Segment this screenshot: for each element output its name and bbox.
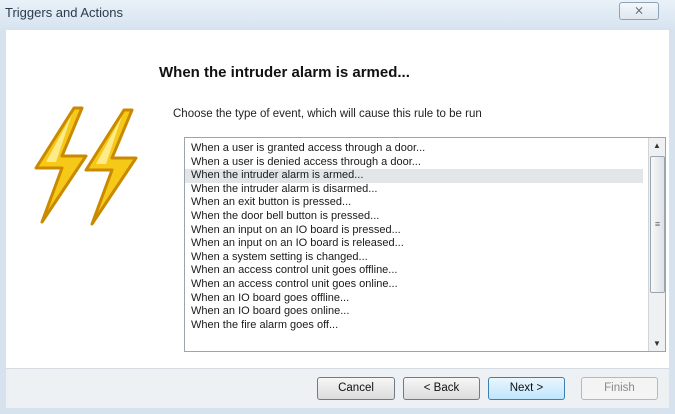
scroll-thumb[interactable]: ≡ — [650, 156, 665, 293]
event-list-items: When a user is granted access through a … — [185, 142, 643, 332]
list-item[interactable]: When the intruder alarm is disarmed... — [185, 183, 643, 197]
chevron-down-icon: ▼ — [653, 339, 661, 348]
lightning-bolts-icon — [34, 106, 138, 226]
scroll-up-button[interactable]: ▲ — [649, 138, 665, 153]
instruction-text: Choose the type of event, which will cau… — [173, 108, 482, 120]
scroll-down-button[interactable]: ▼ — [649, 336, 665, 351]
title-bar: Triggers and Actions ⨯ — [0, 0, 675, 31]
list-item[interactable]: When an exit button is pressed... — [185, 196, 643, 210]
window-title: Triggers and Actions — [5, 5, 124, 20]
window-frame-right — [669, 30, 675, 414]
list-item[interactable]: When an input on an IO board is released… — [185, 237, 643, 251]
list-item[interactable]: When an input on an IO board is pressed.… — [185, 224, 643, 238]
wizard-footer: Cancel < Back Next > Finish — [6, 368, 669, 409]
close-icon: ⨯ — [633, 3, 645, 17]
back-button[interactable]: < Back — [403, 377, 480, 400]
close-button[interactable]: ⨯ — [619, 2, 659, 20]
list-scrollbar[interactable]: ▲ ≡ ▼ — [648, 138, 665, 351]
finish-button: Finish — [581, 377, 658, 400]
list-item[interactable]: When an access control unit goes online.… — [185, 278, 643, 292]
list-item[interactable]: When an access control unit goes offline… — [185, 264, 643, 278]
list-item[interactable]: When a user is denied access through a d… — [185, 156, 643, 170]
event-type-list[interactable]: When a user is granted access through a … — [184, 137, 666, 352]
list-item[interactable]: When a system setting is changed... — [185, 251, 643, 265]
wizard-content: When the intruder alarm is armed... Choo… — [6, 30, 669, 368]
list-item[interactable]: When an IO board goes offline... — [185, 292, 643, 306]
list-item[interactable]: When the fire alarm goes off... — [185, 319, 643, 333]
next-button[interactable]: Next > — [488, 377, 565, 400]
list-item[interactable]: When an IO board goes online... — [185, 305, 643, 319]
list-item[interactable]: When a user is granted access through a … — [185, 142, 643, 156]
triggers-actions-window: Triggers and Actions ⨯ When the intruder… — [0, 0, 675, 414]
page-title: When the intruder alarm is armed... — [159, 64, 410, 81]
window-frame-bottom — [0, 408, 675, 414]
grip-icon: ≡ — [654, 219, 661, 229]
chevron-up-icon: ▲ — [653, 141, 661, 150]
list-item[interactable]: When the intruder alarm is armed... — [185, 169, 643, 183]
cancel-button[interactable]: Cancel — [317, 377, 395, 400]
list-item[interactable]: When the door bell button is pressed... — [185, 210, 643, 224]
